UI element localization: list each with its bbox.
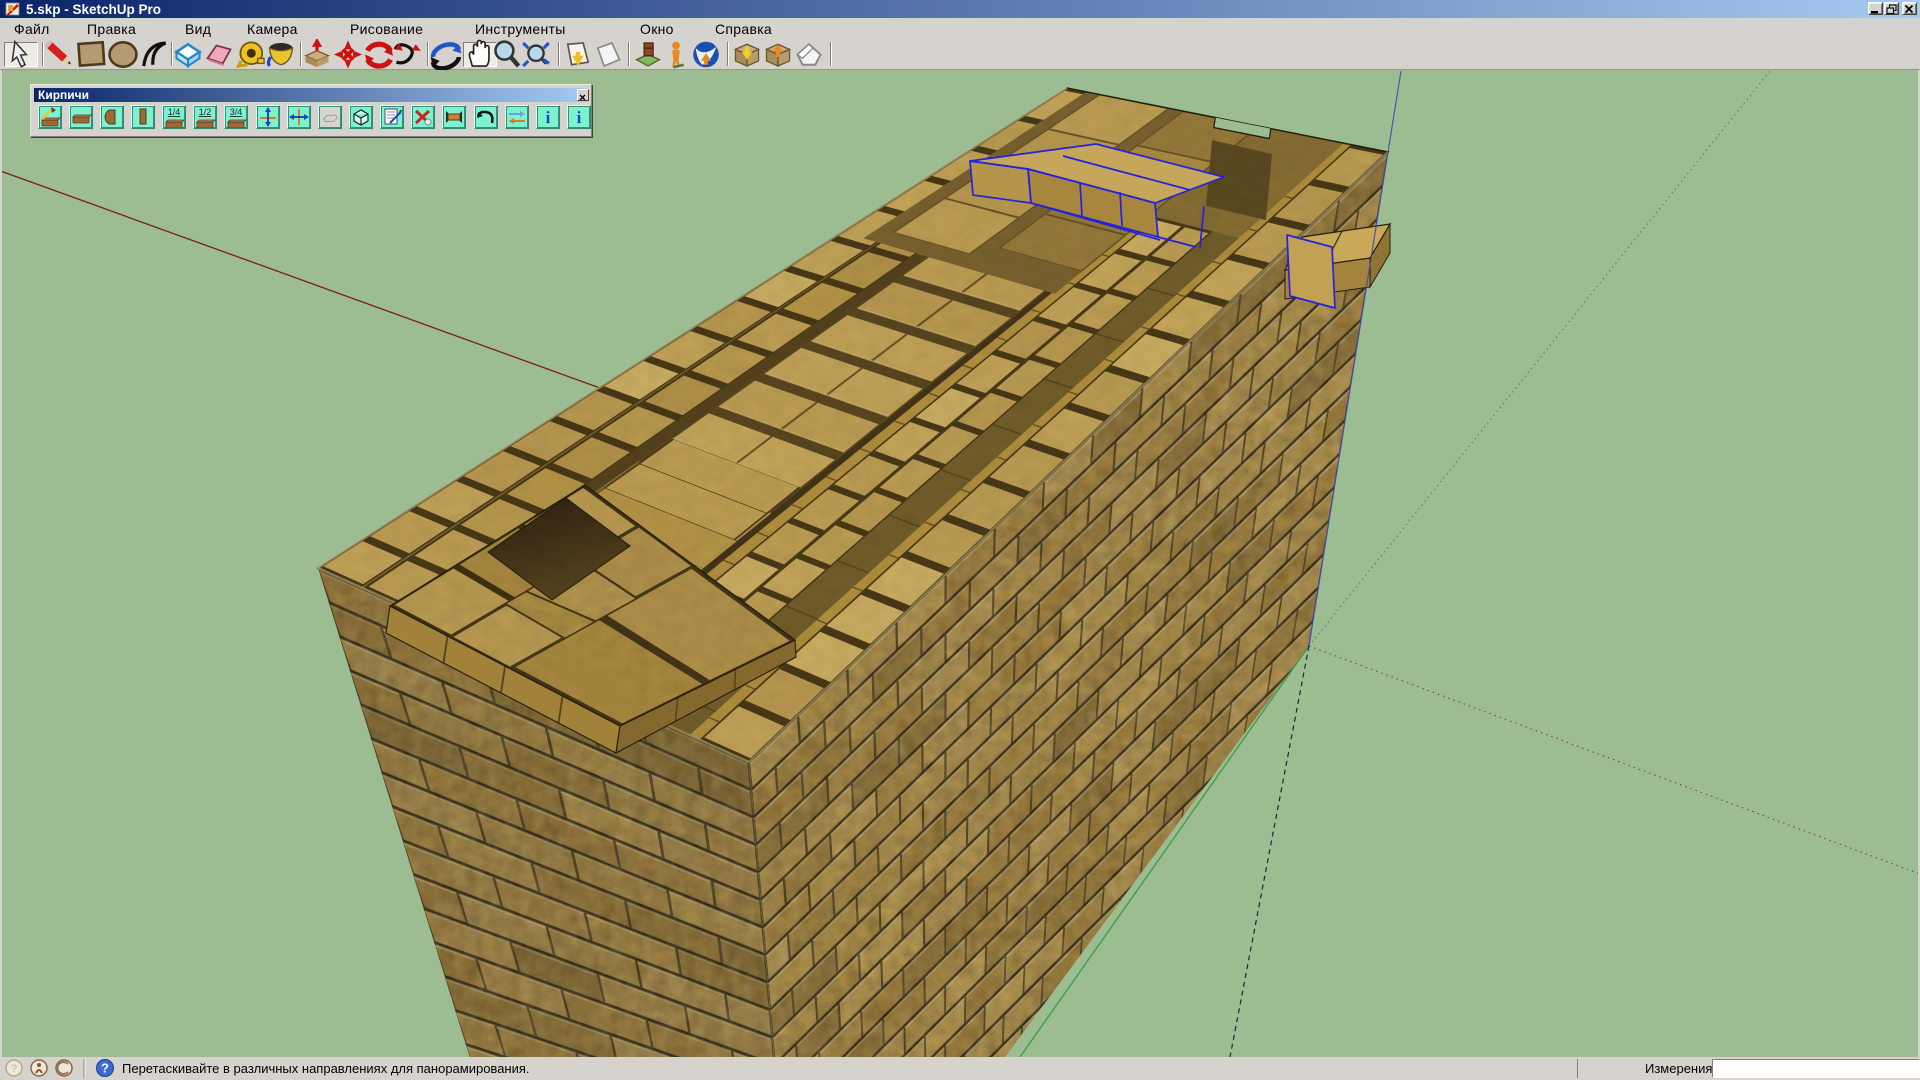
svg-text:?: ? [11,1063,17,1075]
svg-text:1/4: 1/4 [168,107,181,117]
svg-text:?: ? [101,1061,109,1076]
svg-text:i: i [546,108,551,127]
svg-text:3/4: 3/4 [230,107,243,117]
svg-text:i: i [577,108,582,127]
svg-text:1/2: 1/2 [199,107,212,117]
